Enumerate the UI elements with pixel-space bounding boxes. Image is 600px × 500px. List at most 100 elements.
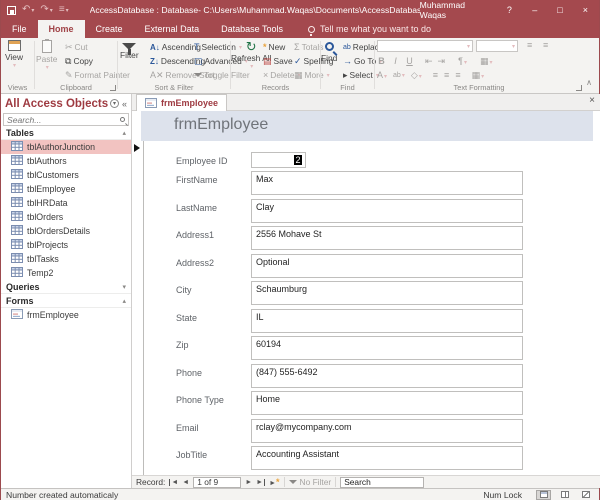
increase-indent-icon[interactable]: ⇥ bbox=[438, 57, 446, 66]
nav-menu-icon[interactable]: ▾ bbox=[110, 99, 119, 108]
find-button[interactable]: Find bbox=[321, 42, 337, 64]
nav-item-tblauthorjunction[interactable]: tblAuthorJunction bbox=[1, 140, 131, 154]
field-input-address1[interactable]: 2556 Mohave St bbox=[251, 226, 523, 250]
document-tab-frmemployee[interactable]: frmEmployee bbox=[136, 94, 227, 111]
italic-icon[interactable]: I bbox=[391, 56, 400, 66]
help-icon[interactable]: ? bbox=[504, 5, 515, 15]
gridlines-icon[interactable]: ▦ bbox=[480, 57, 493, 66]
table-icon bbox=[11, 267, 23, 279]
status-bar: Number created automaticaly Num Lock bbox=[1, 488, 599, 500]
field-input-zip[interactable]: 60194 bbox=[251, 336, 523, 360]
nav-item-temp2[interactable]: Temp2 bbox=[1, 266, 131, 280]
new-blank-record-icon[interactable]: ►* bbox=[269, 478, 279, 487]
nav-item-label: frmEmployee bbox=[27, 310, 79, 320]
maximize-icon[interactable]: □ bbox=[554, 5, 565, 15]
nav-pane-title[interactable]: All Access Objects bbox=[5, 98, 110, 110]
nav-item-tblhrdata[interactable]: tblHRData bbox=[1, 196, 131, 210]
minimize-icon[interactable]: – bbox=[529, 5, 540, 15]
background-image-icon[interactable]: ▦ bbox=[472, 71, 485, 80]
nav-group-tables[interactable]: Tables▴ bbox=[1, 126, 131, 140]
collapse-ribbon-icon[interactable]: ∧ bbox=[586, 78, 592, 87]
paste-button[interactable]: Paste bbox=[36, 40, 57, 72]
nav-item-tblprojects[interactable]: tblProjects bbox=[1, 238, 131, 252]
field-input-phone[interactable]: (847) 555-6492 bbox=[251, 364, 523, 388]
bold-icon[interactable]: B bbox=[377, 56, 386, 66]
table-icon bbox=[11, 253, 23, 265]
record-position-box[interactable]: 1 of 9 bbox=[193, 477, 241, 488]
navigation-pane: All Access Objects ▾ « Tables▴tblAuthorJ… bbox=[1, 94, 132, 488]
font-color-icon[interactable]: A bbox=[377, 71, 387, 80]
chevron-up-icon[interactable]: ▴ bbox=[122, 297, 126, 305]
search-icon[interactable] bbox=[120, 117, 125, 122]
save-icon[interactable] bbox=[7, 6, 16, 15]
layout-view-button[interactable] bbox=[557, 490, 572, 500]
nav-group-queries[interactable]: Queries▾ bbox=[1, 280, 131, 294]
nav-item-tblemployee[interactable]: tblEmployee bbox=[1, 182, 131, 196]
align-right-icon[interactable]: ≡ bbox=[455, 71, 460, 80]
field-input-lastname[interactable]: Clay bbox=[251, 199, 523, 223]
new-button[interactable]: * New bbox=[263, 40, 285, 54]
selection-icon: T bbox=[194, 43, 200, 52]
first-record-icon[interactable]: ◄ bbox=[169, 479, 178, 486]
align-left-icon[interactable]: ≡ bbox=[433, 71, 438, 80]
last-record-icon[interactable]: ► bbox=[256, 479, 265, 486]
field-input-address2[interactable]: Optional bbox=[251, 254, 523, 278]
filter-icon bbox=[122, 43, 136, 50]
font-name-combo[interactable] bbox=[377, 40, 473, 52]
text-direction-icon[interactable]: ¶ bbox=[458, 57, 467, 66]
nav-item-tblorders[interactable]: tblOrders bbox=[1, 210, 131, 224]
underline-icon[interactable]: U bbox=[405, 56, 414, 66]
redo-icon[interactable]: ↷ bbox=[40, 5, 52, 15]
account-name[interactable]: Muhammad Waqas bbox=[420, 0, 490, 20]
close-document-icon[interactable]: × bbox=[589, 95, 595, 106]
nav-item-tblordersdetails[interactable]: tblOrdersDetails bbox=[1, 224, 131, 238]
nav-item-label: tblProjects bbox=[27, 240, 68, 250]
nav-item-tblcustomers[interactable]: tblCustomers bbox=[1, 168, 131, 182]
chevron-up-icon[interactable]: ▴ bbox=[122, 129, 126, 137]
no-filter-button[interactable]: No Filter bbox=[289, 477, 332, 487]
field-input-employee-id[interactable]: 2 bbox=[251, 152, 306, 168]
numbering-icon[interactable]: ≡ bbox=[543, 41, 548, 50]
delete-icon: × bbox=[263, 71, 268, 80]
font-size-combo[interactable] bbox=[476, 40, 518, 52]
form-view-button[interactable] bbox=[536, 490, 551, 500]
nav-item-tblauthors[interactable]: tblAuthors bbox=[1, 154, 131, 168]
field-input-city[interactable]: Schaumburg bbox=[251, 281, 523, 305]
tab-file[interactable]: File bbox=[1, 20, 38, 38]
close-icon[interactable]: × bbox=[580, 5, 591, 15]
field-label-state: State bbox=[176, 313, 197, 323]
record-search-input[interactable] bbox=[340, 477, 424, 488]
tell-me-box[interactable]: Tell me what you want to do bbox=[294, 20, 431, 38]
view-button[interactable]: View bbox=[5, 40, 23, 70]
tab-create[interactable]: Create bbox=[85, 20, 134, 38]
next-record-icon[interactable]: ► bbox=[245, 479, 252, 486]
save-record-button[interactable]: ▤ Save bbox=[263, 54, 293, 68]
nav-search-input[interactable] bbox=[7, 115, 120, 125]
field-input-phone-type[interactable]: Home bbox=[251, 391, 523, 415]
tab-external-data[interactable]: External Data bbox=[134, 20, 211, 38]
customize-qat-icon[interactable]: ≡ bbox=[59, 5, 69, 15]
nav-item-tbltasks[interactable]: tblTasks bbox=[1, 252, 131, 266]
filter-button[interactable]: Filter bbox=[120, 43, 139, 61]
field-input-state[interactable]: IL bbox=[251, 309, 523, 333]
design-view-button[interactable] bbox=[578, 490, 593, 500]
descending-icon: Z↓ bbox=[150, 57, 159, 66]
field-input-firstname[interactable]: Max bbox=[251, 171, 523, 195]
tab-database-tools[interactable]: Database Tools bbox=[210, 20, 294, 38]
cut-button[interactable]: ✂ Cut bbox=[65, 40, 88, 54]
nav-group-forms[interactable]: Forms▴ bbox=[1, 294, 131, 308]
nav-item-frmemployee[interactable]: frmEmployee bbox=[1, 308, 131, 322]
align-center-icon[interactable]: ≡ bbox=[444, 71, 449, 80]
bullets-icon[interactable]: ≡ bbox=[527, 41, 532, 50]
undo-icon[interactable]: ↶ bbox=[22, 5, 34, 15]
decrease-indent-icon[interactable]: ⇤ bbox=[425, 57, 433, 66]
previous-record-icon[interactable]: ◄ bbox=[182, 479, 189, 486]
tab-home[interactable]: Home bbox=[38, 20, 85, 38]
copy-button[interactable]: ⧉ Copy bbox=[65, 54, 93, 68]
shutter-bar-icon[interactable]: « bbox=[122, 99, 127, 109]
field-input-email[interactable]: rclay@mycompany.com bbox=[251, 419, 523, 443]
highlight-color-icon[interactable]: ab bbox=[393, 72, 405, 79]
chevron-down-icon[interactable]: ▾ bbox=[122, 283, 126, 291]
field-input-jobtitle[interactable]: Accounting Assistant bbox=[251, 446, 523, 470]
background-color-icon[interactable]: ◇ bbox=[411, 71, 422, 80]
